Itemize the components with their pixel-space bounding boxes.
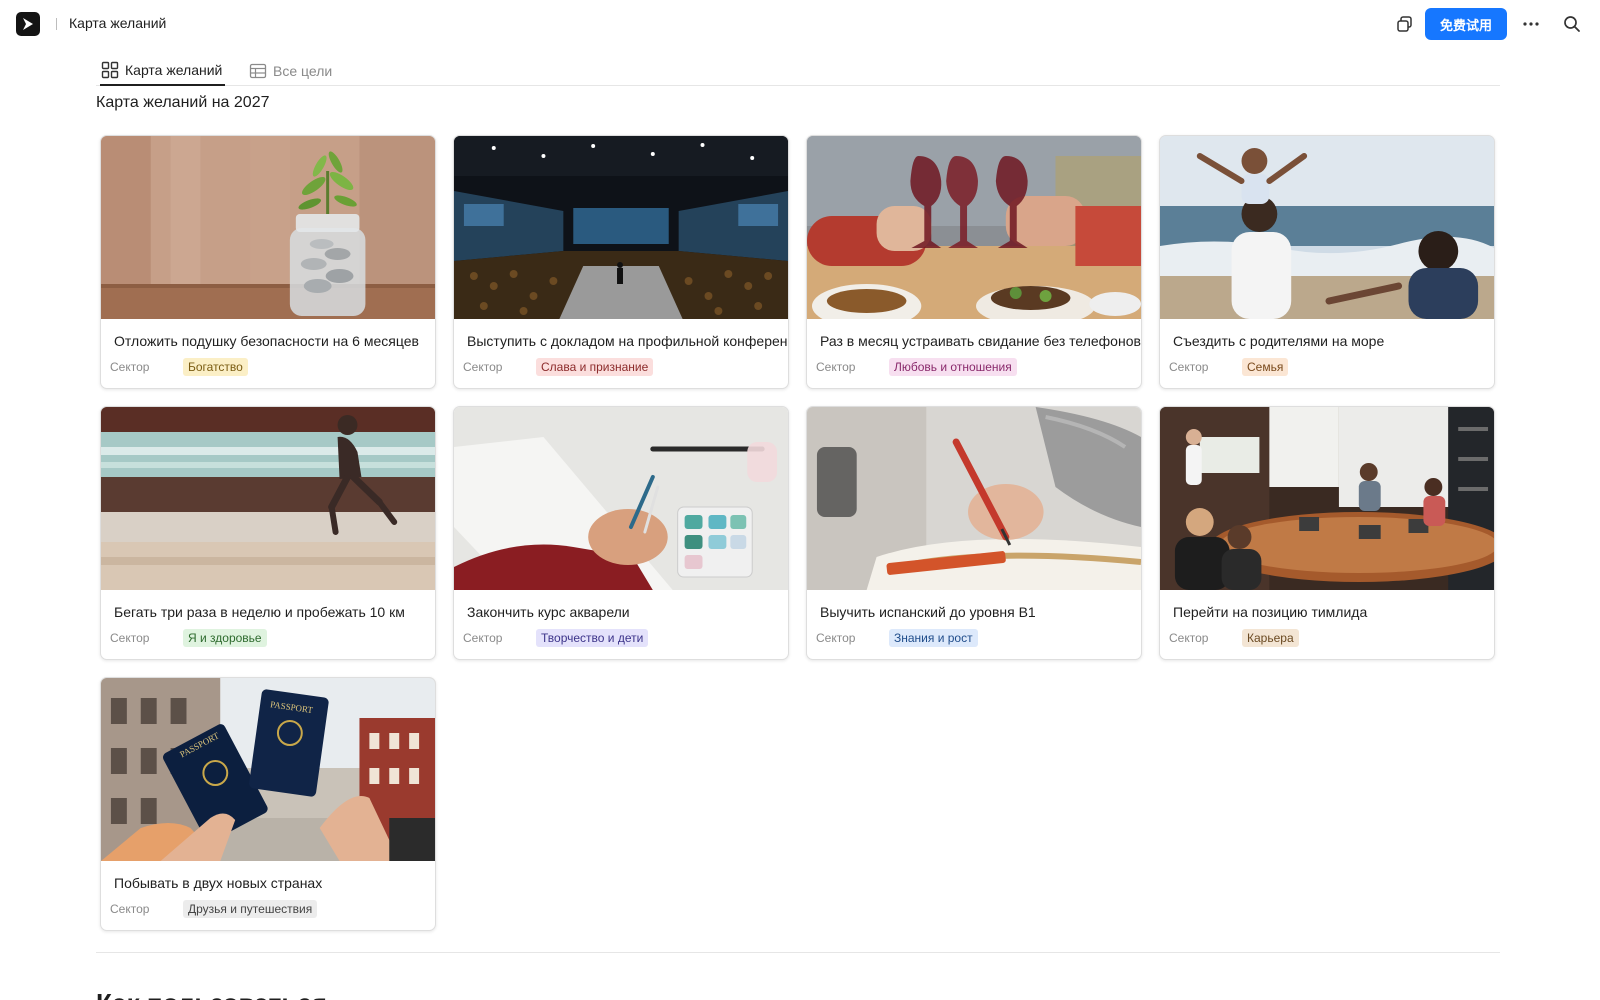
card-cover-image (101, 407, 435, 590)
card-cover-image: PASSPORT PASSPORT (101, 678, 435, 861)
goal-card[interactable]: Перейти на позицию тимлида Сектор Карьер… (1159, 406, 1495, 660)
card-cover-image (1160, 136, 1494, 319)
field-label: Сектор (110, 902, 150, 916)
card-title: Перейти на позицию тимлида (1173, 604, 1368, 620)
card-title: Побывать в двух новых странах (114, 875, 323, 891)
sector-tag: Я и здоровье (183, 629, 267, 647)
tab-label: Все цели (273, 62, 333, 79)
sector-tag: Семья (1242, 358, 1289, 376)
goal-card[interactable]: Съездить с родителями на море Сектор Сем… (1159, 135, 1495, 389)
card-title: Закончить курс акварели (467, 604, 630, 620)
card-property: Сектор Семья (1169, 358, 1289, 376)
sector-tag: Любовь и отношения (889, 358, 1017, 376)
view-tabs: Карта желаний Все цели (96, 55, 1500, 86)
more-icon[interactable] (1520, 13, 1542, 35)
card-cover-image (454, 407, 788, 590)
goal-card[interactable]: Выступить с докладом на профильной конфе… (453, 135, 789, 389)
sector-tag: Друзья и путешествия (183, 900, 318, 918)
document-title: Карта желаний (69, 15, 167, 31)
goal-card[interactable]: Отложить подушку безопасности на 6 месяц… (100, 135, 436, 389)
card-title: Раз в месяц устраивать свидание без теле… (820, 333, 1141, 349)
field-label: Сектор (110, 631, 150, 645)
card-property: Сектор Знания и рост (816, 629, 978, 647)
card-property: Сектор Друзья и путешествия (110, 900, 318, 918)
card-property: Сектор Богатство (110, 358, 248, 376)
sector-tag: Творчество и дети (536, 629, 649, 647)
field-label: Сектор (816, 360, 856, 374)
copy-icon[interactable] (1394, 13, 1416, 35)
tab-wish-map[interactable]: Карта желаний (100, 55, 226, 86)
card-title: Выступить с докладом на профильной конфе… (467, 333, 789, 349)
field-label: Сектор (463, 360, 503, 374)
goal-card[interactable]: Бегать три раза в неделю и пробежать 10 … (100, 406, 436, 660)
card-property: Сектор Я и здоровье (110, 629, 267, 647)
sector-tag: Богатство (183, 358, 248, 376)
card-title: Отложить подушку безопасности на 6 месяц… (114, 333, 419, 349)
card-cover-image (807, 407, 1141, 590)
goal-card[interactable]: Закончить курс акварели Сектор Творчеств… (453, 406, 789, 660)
goal-card[interactable]: Выучить испанский до уровня B1 Сектор Зн… (806, 406, 1142, 660)
card-cover-image (101, 136, 435, 319)
sector-tag: Карьера (1242, 629, 1299, 647)
field-label: Сектор (463, 631, 503, 645)
section-title: Карта желаний на 2027 (96, 94, 270, 111)
sector-tag: Знания и рост (889, 629, 978, 647)
section-divider (96, 952, 1500, 953)
field-label: Сектор (816, 631, 856, 645)
table-icon (249, 63, 267, 78)
card-property: Сектор Слава и признание (463, 358, 654, 376)
card-cover-image (1160, 407, 1494, 590)
card-cover-image (454, 136, 788, 319)
gallery-icon (101, 61, 119, 78)
card-cover-image (807, 136, 1141, 319)
field-label: Сектор (1169, 360, 1209, 374)
tab-all-goals[interactable]: Все цели (249, 55, 332, 86)
goal-card[interactable]: PASSPORT PASSPORT Побывать в двух новых … (100, 677, 436, 931)
search-icon[interactable] (1561, 13, 1583, 35)
card-title: Съездить с родителями на море (1173, 333, 1385, 349)
field-label: Сектор (110, 360, 150, 374)
how-to-use-heading: Как пользоваться (96, 988, 327, 1000)
card-property: Сектор Карьера (1169, 629, 1299, 647)
free-trial-button[interactable]: 免费试用 (1425, 8, 1507, 40)
app-logo-icon[interactable] (16, 12, 40, 36)
title-divider (56, 18, 57, 30)
card-property: Сектор Творчество и дети (463, 629, 649, 647)
goal-card[interactable]: Раз в месяц устраивать свидание без теле… (806, 135, 1142, 389)
field-label: Сектор (1169, 631, 1209, 645)
card-title: Выучить испанский до уровня B1 (820, 604, 1036, 620)
sector-tag: Слава и признание (536, 358, 654, 376)
card-title: Бегать три раза в неделю и пробежать 10 … (114, 604, 405, 620)
card-property: Сектор Любовь и отношения (816, 358, 1017, 376)
top-bar: Карта желаний 免费试用 (0, 0, 1600, 48)
tab-label: Карта желаний (125, 61, 223, 78)
